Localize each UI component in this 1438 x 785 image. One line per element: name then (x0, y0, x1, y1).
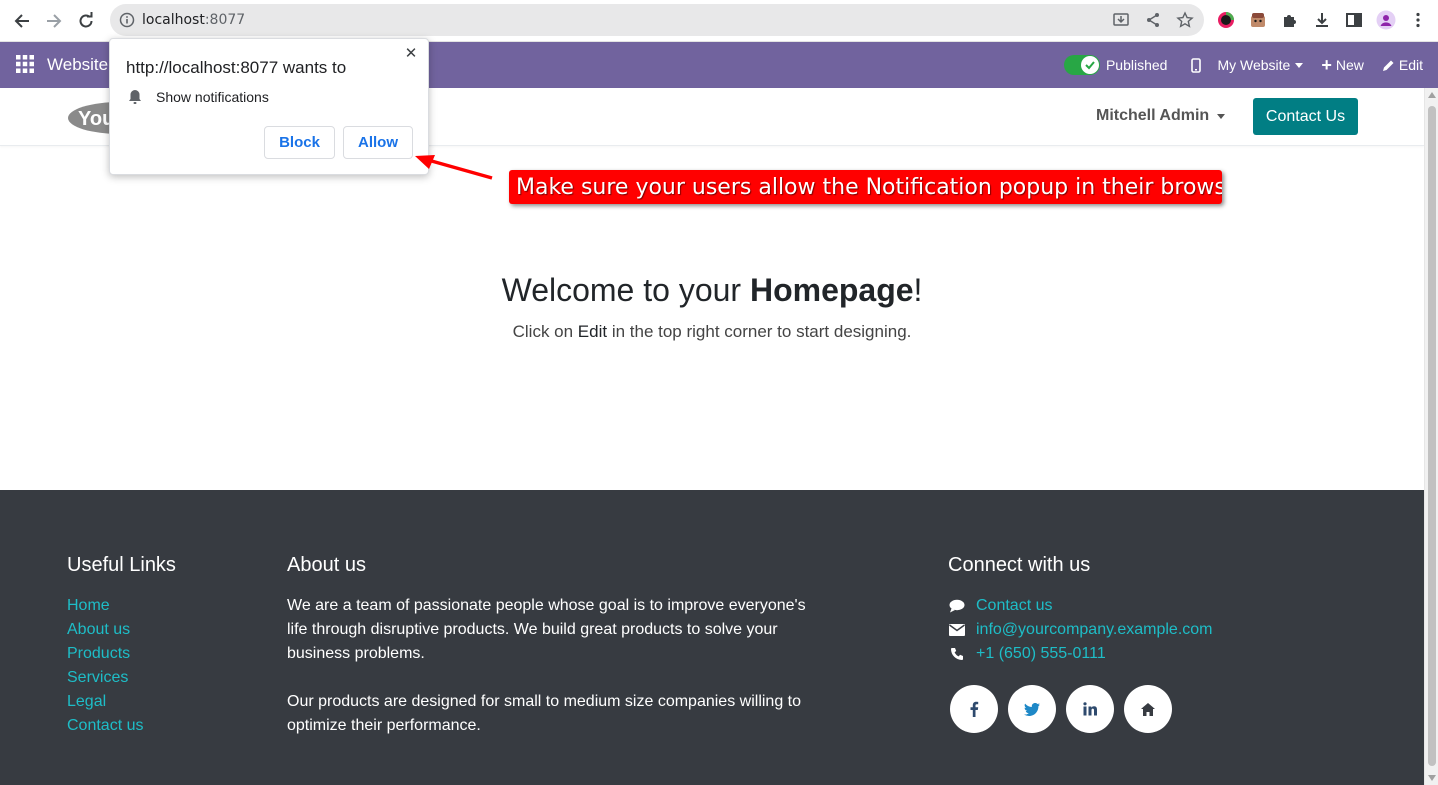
mobile-preview-icon[interactable] (1191, 57, 1202, 73)
footer-link-products[interactable]: Products (67, 642, 143, 666)
linkedin-icon[interactable] (1066, 685, 1114, 733)
close-icon[interactable]: ✕ (404, 45, 418, 62)
sub-suffix: in the top right corner to start designi… (607, 322, 912, 341)
edit-button[interactable]: Edit (1382, 57, 1423, 73)
check-icon (1080, 56, 1099, 74)
connect-item[interactable]: info@yourcompany.example.com (948, 618, 1213, 642)
notification-permission-popup: http://localhost:8077 wants to ✕ Show no… (109, 38, 429, 175)
published-label: Published (1105, 57, 1168, 73)
published-toggle[interactable]: Published (1063, 55, 1168, 75)
back-icon[interactable] (10, 9, 34, 33)
plus-icon: + (1321, 55, 1332, 75)
twitter-icon[interactable] (1008, 685, 1056, 733)
footer-link-legal[interactable]: Legal (67, 690, 143, 714)
browser-toolbar: localhost:8077 (0, 0, 1438, 42)
address-bar[interactable]: localhost:8077 (110, 4, 1204, 36)
comment-icon (948, 598, 966, 614)
footer-link-services[interactable]: Services (67, 666, 143, 690)
footer-link-contact[interactable]: Contact us (67, 714, 143, 738)
facebook-icon[interactable] (950, 685, 998, 733)
block-button[interactable]: Block (264, 126, 335, 159)
connect-email-link[interactable]: info@yourcompany.example.com (976, 618, 1213, 642)
reload-icon[interactable] (74, 9, 98, 33)
welcome-suffix: ! (913, 272, 923, 308)
extensions-puzzle-icon[interactable] (1280, 10, 1300, 30)
useful-links-title: Useful Links (67, 554, 176, 576)
connect-phone-link[interactable]: +1 (650) 555-0111 (976, 642, 1106, 666)
allow-button[interactable]: Allow (343, 126, 413, 159)
new-button[interactable]: + New (1321, 55, 1364, 75)
website-switcher-label: My Website (1217, 57, 1291, 73)
sub-bold: Edit (577, 322, 608, 341)
contact-us-button[interactable]: Contact Us (1253, 98, 1358, 135)
connect-title: Connect with us (948, 554, 1091, 576)
connect-contact-link[interactable]: Contact us (976, 594, 1052, 618)
scroll-up-icon[interactable] (1428, 92, 1436, 98)
permission-label: Show notifications (156, 89, 269, 105)
forward-icon[interactable] (42, 9, 66, 33)
side-panel-icon[interactable] (1344, 10, 1364, 30)
about-paragraph-2: Our products are designed for small to m… (287, 693, 802, 734)
new-label: New (1335, 57, 1364, 73)
annotation-callout: Make sure your users allow the Notificat… (509, 170, 1222, 204)
permission-line: Show notifications (128, 89, 269, 105)
connect-item[interactable]: +1 (650) 555-0111 (948, 642, 1213, 666)
edit-label: Edit (1398, 57, 1423, 73)
install-app-icon[interactable] (1112, 11, 1130, 29)
site-info-icon[interactable] (118, 11, 136, 29)
social-buttons (950, 685, 1182, 733)
pencil-icon (1382, 60, 1394, 71)
chevron-down-icon (1295, 62, 1304, 68)
about-text: We are a team of passionate people whose… (287, 594, 817, 738)
popup-title: http://localhost:8077 wants to (126, 58, 347, 77)
url-port: :8077 (204, 12, 246, 28)
page-scrollbar[interactable] (1424, 88, 1438, 785)
profile-icon[interactable] (1376, 10, 1396, 30)
bookmark-star-icon[interactable] (1176, 11, 1194, 29)
url-host: localhost (142, 12, 205, 28)
caret-down-icon (1217, 113, 1226, 119)
published-switch[interactable] (1063, 55, 1100, 75)
welcome-heading: Welcome to your Homepage! (0, 272, 1424, 309)
website-switcher[interactable]: My Website (1217, 57, 1304, 73)
scroll-down-icon[interactable] (1428, 775, 1436, 781)
app-name[interactable]: Website (47, 55, 108, 75)
welcome-subtitle: Click on Edit in the top right corner to… (0, 322, 1424, 342)
odoo-bar-actions: Published My Website + New Edit (1063, 42, 1438, 88)
about-title: About us (287, 554, 366, 576)
envelope-icon (948, 622, 966, 638)
footer-link-home[interactable]: Home (67, 594, 143, 618)
sub-prefix: Click on (512, 322, 578, 341)
useful-links-list: Home About us Products Services Legal Co… (67, 594, 143, 738)
annotation-arrow-icon (415, 155, 493, 180)
home-icon[interactable] (1124, 685, 1172, 733)
phone-icon (948, 646, 966, 662)
extension-avatar-icon[interactable] (1248, 10, 1268, 30)
scroll-thumb[interactable] (1428, 106, 1436, 766)
user-menu[interactable]: Mitchell Admin (1096, 107, 1226, 125)
user-menu-label: Mitchell Admin (1096, 107, 1210, 124)
share-icon[interactable] (1144, 11, 1162, 29)
browser-menu-icon[interactable] (1408, 10, 1428, 30)
extension-color-icon[interactable] (1216, 10, 1236, 30)
address-url[interactable]: localhost:8077 (142, 12, 245, 28)
site-footer: Useful Links Home About us Products Serv… (0, 490, 1424, 785)
bell-icon (129, 90, 141, 104)
welcome-bold: Homepage (749, 272, 914, 308)
about-paragraph-1: We are a team of passionate people whose… (287, 597, 806, 662)
welcome-prefix: Welcome to your (501, 272, 750, 308)
apps-grid-icon[interactable] (16, 55, 36, 75)
connect-item[interactable]: Contact us (948, 594, 1213, 618)
connect-list: Contact us info@yourcompany.example.com … (948, 594, 1213, 666)
footer-link-about[interactable]: About us (67, 618, 143, 642)
downloads-icon[interactable] (1312, 10, 1332, 30)
